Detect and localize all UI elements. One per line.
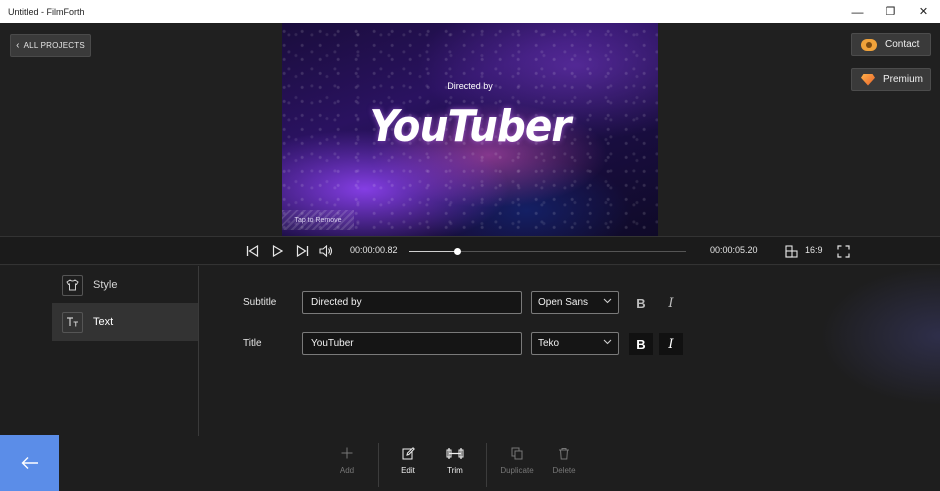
contact-button[interactable]: Contact [851, 33, 931, 56]
subtitle-label: Subtitle [243, 297, 277, 308]
play-icon[interactable] [269, 243, 285, 259]
aspect-ratio-icon[interactable] [783, 243, 799, 259]
tap-to-remove-button[interactable]: Tap to Remove [282, 210, 354, 230]
add-label: Add [339, 466, 355, 475]
subtitle-font-value: Open Sans [538, 297, 589, 308]
sidebar-item-label: Style [93, 279, 118, 291]
back-button[interactable] [0, 435, 59, 491]
progress-fill [409, 251, 458, 252]
subtitle-italic-button[interactable]: I [659, 292, 683, 314]
minimize-button[interactable]: — [841, 0, 874, 23]
contact-label: Contact [885, 39, 920, 50]
subtitle-bold-button[interactable]: B [629, 292, 653, 314]
delete-label: Delete [552, 466, 576, 475]
sidebar-item-style[interactable]: Style [52, 266, 199, 304]
delete-tool-button[interactable]: Delete [539, 446, 589, 482]
close-button[interactable]: ✕ [907, 0, 940, 23]
video-preview[interactable]: Directed by YouTuber Tap to Remove [282, 23, 658, 236]
contact-icon [861, 38, 877, 51]
subtitle-font-select[interactable]: Open Sans [531, 291, 619, 314]
arrow-left-icon [21, 457, 38, 469]
title-font-select[interactable]: Teko [531, 332, 619, 355]
title-label: Title [243, 338, 262, 349]
all-projects-button[interactable]: ‹ ALL PROJECTS [10, 34, 91, 57]
title-bar: Untitled - FilmForth — ❐ ✕ [0, 0, 940, 23]
skip-to-start-icon[interactable] [244, 243, 260, 259]
duplicate-icon [511, 446, 523, 460]
toolbar-divider [378, 443, 379, 487]
video-subtitle-text: Directed by [447, 81, 493, 91]
premium-button[interactable]: Premium [851, 68, 931, 91]
volume-icon[interactable] [318, 243, 334, 259]
player-controls: 00:00:00.82 00:00:05.20 16:9 [0, 236, 940, 265]
edit-icon [402, 446, 415, 460]
subtitle-input[interactable] [302, 291, 522, 314]
background-glow [820, 266, 940, 406]
video-title-text: YouTuber [369, 101, 572, 152]
title-italic-button[interactable]: I [659, 333, 683, 355]
trim-label: Trim [447, 466, 463, 475]
chevron-down-icon [603, 296, 612, 306]
edit-label: Edit [401, 466, 415, 475]
window-title: Untitled - FilmForth [8, 6, 85, 17]
duplicate-label: Duplicate [500, 466, 534, 475]
sidebar-divider [198, 266, 199, 436]
sidebar-item-label: Text [93, 316, 114, 328]
title-font-value: Teko [538, 338, 560, 349]
progress-slider[interactable] [409, 248, 686, 255]
diamond-icon [861, 73, 875, 86]
title-input[interactable] [302, 332, 522, 355]
text-icon [62, 311, 83, 333]
total-time: 00:00:05.20 [710, 245, 758, 255]
restore-button[interactable]: ❐ [874, 0, 907, 23]
sidebar-item-text[interactable]: Text [52, 303, 199, 341]
title-bold-button[interactable]: B [629, 333, 653, 355]
current-time: 00:00:00.82 [350, 245, 398, 255]
toolbar-divider [486, 443, 487, 487]
premium-label: Premium [883, 74, 924, 85]
fullscreen-icon[interactable] [835, 243, 851, 259]
plus-icon [341, 446, 353, 460]
skip-to-end-icon[interactable] [294, 243, 310, 259]
sidebar: Style Text [52, 266, 199, 436]
progress-thumb[interactable] [454, 248, 462, 255]
all-projects-label: ALL PROJECTS [23, 41, 85, 50]
preview-area: ‹ ALL PROJECTS Directed by YouTuber Tap … [0, 23, 940, 236]
shirt-icon [62, 274, 83, 296]
trim-icon [446, 446, 464, 460]
chevron-left-icon: ‹ [16, 40, 20, 51]
aspect-ratio-label[interactable]: 16:9 [805, 245, 823, 255]
duplicate-tool-button[interactable]: Duplicate [492, 446, 542, 482]
add-tool-button[interactable]: Add [322, 446, 372, 482]
trim-tool-button[interactable]: Trim [430, 446, 480, 482]
trash-icon [558, 446, 570, 460]
chevron-down-icon [603, 337, 612, 347]
edit-tool-button[interactable]: Edit [383, 446, 433, 482]
